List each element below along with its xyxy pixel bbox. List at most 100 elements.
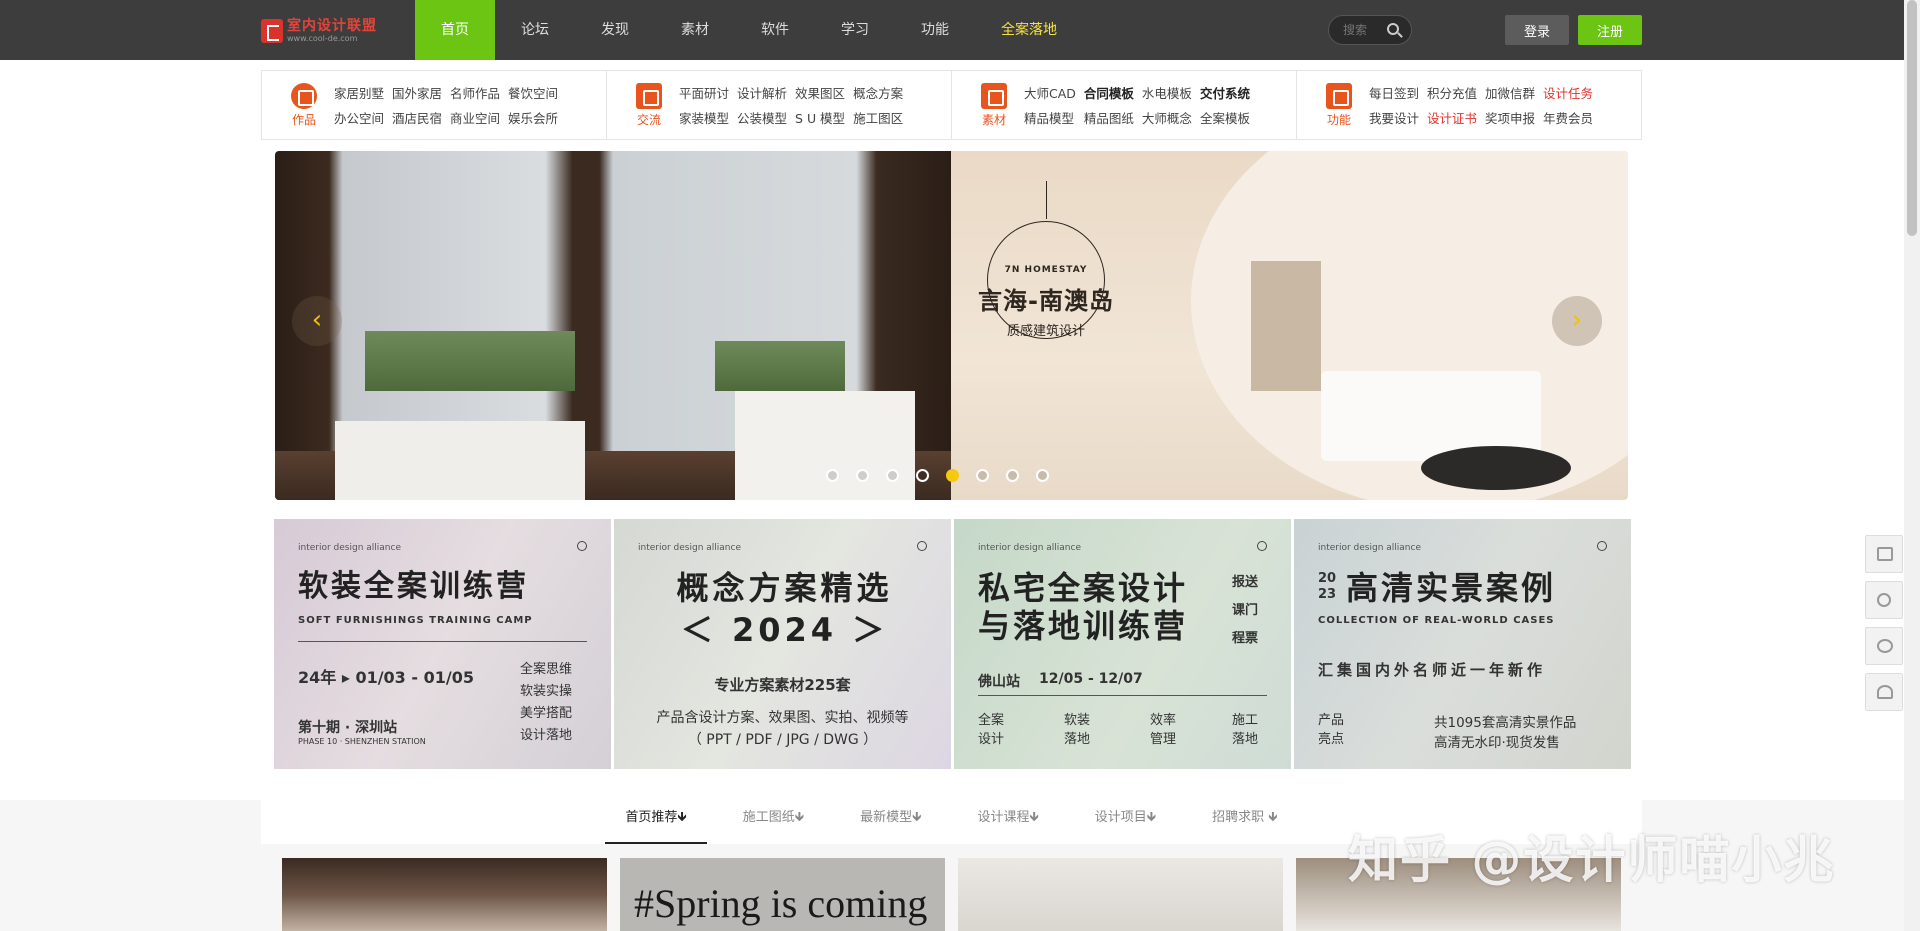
cat-link[interactable]: 全案模板 (1200, 108, 1250, 127)
cat-link[interactable]: 办公空间 (334, 108, 384, 127)
globe-icon (291, 82, 317, 109)
login-button[interactable]: 登录 (1505, 15, 1569, 45)
cat-link[interactable]: 公装模型 (737, 108, 787, 127)
tab-models[interactable]: 最新模型🡻 (840, 793, 941, 844)
cat-link[interactable]: 每日签到 (1369, 83, 1419, 102)
content-card[interactable] (282, 858, 607, 931)
carousel-dot[interactable] (1006, 469, 1019, 482)
search-icon[interactable] (1865, 581, 1903, 619)
carousel-dots (826, 469, 1049, 482)
cat-link[interactable]: 平面研讨 (679, 83, 729, 102)
promo-desc: （ PPT / PDF / JPG / DWG ） (687, 732, 878, 748)
category-label[interactable]: 功能 (1327, 111, 1351, 128)
category-label[interactable]: 交流 (637, 111, 661, 128)
logo-url: www.cool-de.com (287, 34, 358, 43)
nav-features[interactable]: 功能 (895, 0, 975, 60)
scrollbar-thumb[interactable] (1907, 0, 1917, 236)
cat-link[interactable]: 交付系统 (1200, 83, 1250, 102)
cat-link[interactable]: 国外家居 (392, 83, 442, 102)
carousel-prev-button[interactable]: ‹ (292, 296, 342, 346)
carousel-dot[interactable] (886, 469, 899, 482)
tab-home-recommend[interactable]: 首页推荐🡻 (605, 793, 707, 844)
cat-link[interactable]: 商业空间 (450, 108, 500, 127)
promo-real-cases[interactable]: interior design alliance 20 23 高清实景案例 CO… (1294, 519, 1631, 769)
cat-link[interactable]: 我要设计 (1369, 108, 1419, 127)
hero-image-left (275, 151, 951, 500)
nav-learn[interactable]: 学习 (815, 0, 895, 60)
cat-link[interactable]: 娱乐会所 (508, 108, 558, 127)
divider (298, 641, 587, 642)
cat-link[interactable]: 水电模板 (1142, 83, 1192, 102)
tab-jobs[interactable]: 招聘求职 🡻 (1192, 793, 1297, 844)
brand-circle-icon (987, 221, 1105, 339)
carousel-dot[interactable] (976, 469, 989, 482)
cat-link[interactable]: 合同模板 (1084, 83, 1134, 102)
site-logo[interactable]: 室内设计联盟 www.cool-de.com (261, 17, 385, 45)
cat-link[interactable]: 奖项申报 (1485, 108, 1535, 127)
cat-link[interactable]: 酒店民宿 (392, 108, 442, 127)
cat-link[interactable]: 精品图纸 (1084, 108, 1134, 127)
nav-discover[interactable]: 发现 (575, 0, 655, 60)
register-button[interactable]: 注册 (1578, 15, 1642, 45)
list-icon (981, 82, 1007, 109)
category-label[interactable]: 作品 (292, 111, 316, 128)
content-card[interactable] (958, 858, 1283, 931)
cat-link[interactable]: 餐饮空间 (508, 83, 558, 102)
promo-concept[interactable]: interior design alliance 概念方案精选 ＜ 2024 ＞… (614, 519, 951, 769)
promo-desc: 产品含设计方案、效果图、实拍、视频等 (656, 710, 909, 726)
carousel-next-button[interactable]: › (1552, 296, 1602, 346)
tab-construction[interactable]: 施工图纸🡻 (723, 793, 824, 844)
nav-materials[interactable]: 素材 (655, 0, 735, 60)
carousel-dot-active[interactable] (946, 469, 959, 482)
scrollbar[interactable] (1904, 0, 1920, 931)
cat-link[interactable]: 概念方案 (853, 83, 903, 102)
nav-home[interactable]: 首页 (415, 0, 495, 60)
cat-link[interactable]: 积分充值 (1427, 83, 1477, 102)
cat-link[interactable]: 施工图区 (853, 108, 903, 127)
promo-note: 设计落地 (520, 728, 573, 743)
carousel-dot[interactable] (856, 469, 869, 482)
divider (978, 695, 1267, 696)
carousel-dot[interactable] (1036, 469, 1049, 482)
cat-link[interactable]: 大师概念 (1142, 108, 1192, 127)
nav-full-case[interactable]: 全案落地 (975, 0, 1083, 60)
cat-link[interactable]: 效果图区 (795, 83, 845, 102)
cat-link[interactable]: 设计解析 (737, 83, 787, 102)
target-icon (1257, 541, 1267, 551)
cat-link[interactable]: 加微信群 (1485, 83, 1535, 102)
tab-projects[interactable]: 设计项目🡻 (1075, 793, 1176, 844)
promo-line: 共1095套高清实景作品 (1434, 715, 1577, 731)
home-icon (636, 82, 662, 109)
cat-link[interactable]: 年费会员 (1543, 108, 1593, 127)
carousel-dot[interactable] (826, 469, 839, 482)
category-label[interactable]: 素材 (982, 111, 1006, 128)
calendar-icon[interactable] (1865, 535, 1903, 573)
cat-link[interactable]: 大师CAD (1024, 83, 1076, 102)
promo-item: 全案设计 (978, 713, 1005, 747)
lamp-icon (1045, 181, 1047, 219)
search-icon[interactable] (1387, 23, 1399, 35)
hero-carousel[interactable]: 7N HOMESTAY 言海-南澳岛 质感建筑设计 ‹ › (275, 151, 1628, 500)
cat-link[interactable]: S U 模型 (795, 108, 845, 127)
promo-tag: interior design alliance (978, 543, 1081, 553)
cat-link[interactable]: 家居别墅 (334, 83, 384, 102)
promo-private-home[interactable]: interior design alliance 私宅全案设计 与落地训练营 报… (954, 519, 1291, 769)
content-card[interactable]: #Spring is coming (620, 858, 945, 931)
user-icon[interactable] (1865, 673, 1903, 711)
promo-title: 与落地训练营 (978, 607, 1189, 645)
cat-link[interactable]: 家装模型 (679, 108, 729, 127)
cat-link[interactable]: 设计证书 (1427, 108, 1477, 127)
search-box[interactable] (1328, 15, 1412, 45)
nav-forum[interactable]: 论坛 (495, 0, 575, 60)
promo-year-mark: 20 23 (1318, 571, 1337, 602)
promo-item: 施工落地 (1232, 713, 1259, 747)
carousel-dot[interactable] (916, 469, 929, 482)
nav-software[interactable]: 软件 (735, 0, 815, 60)
search-input[interactable] (1343, 23, 1385, 37)
tab-courses[interactable]: 设计课程🡻 (957, 793, 1058, 844)
promo-soft-furnishing[interactable]: interior design alliance 软装全案训练营 SOFT FU… (274, 519, 611, 769)
cat-link[interactable]: 精品模型 (1024, 108, 1076, 127)
cat-link[interactable]: 设计任务 (1543, 83, 1593, 102)
wechat-icon[interactable] (1865, 627, 1903, 665)
cat-link[interactable]: 名师作品 (450, 83, 500, 102)
